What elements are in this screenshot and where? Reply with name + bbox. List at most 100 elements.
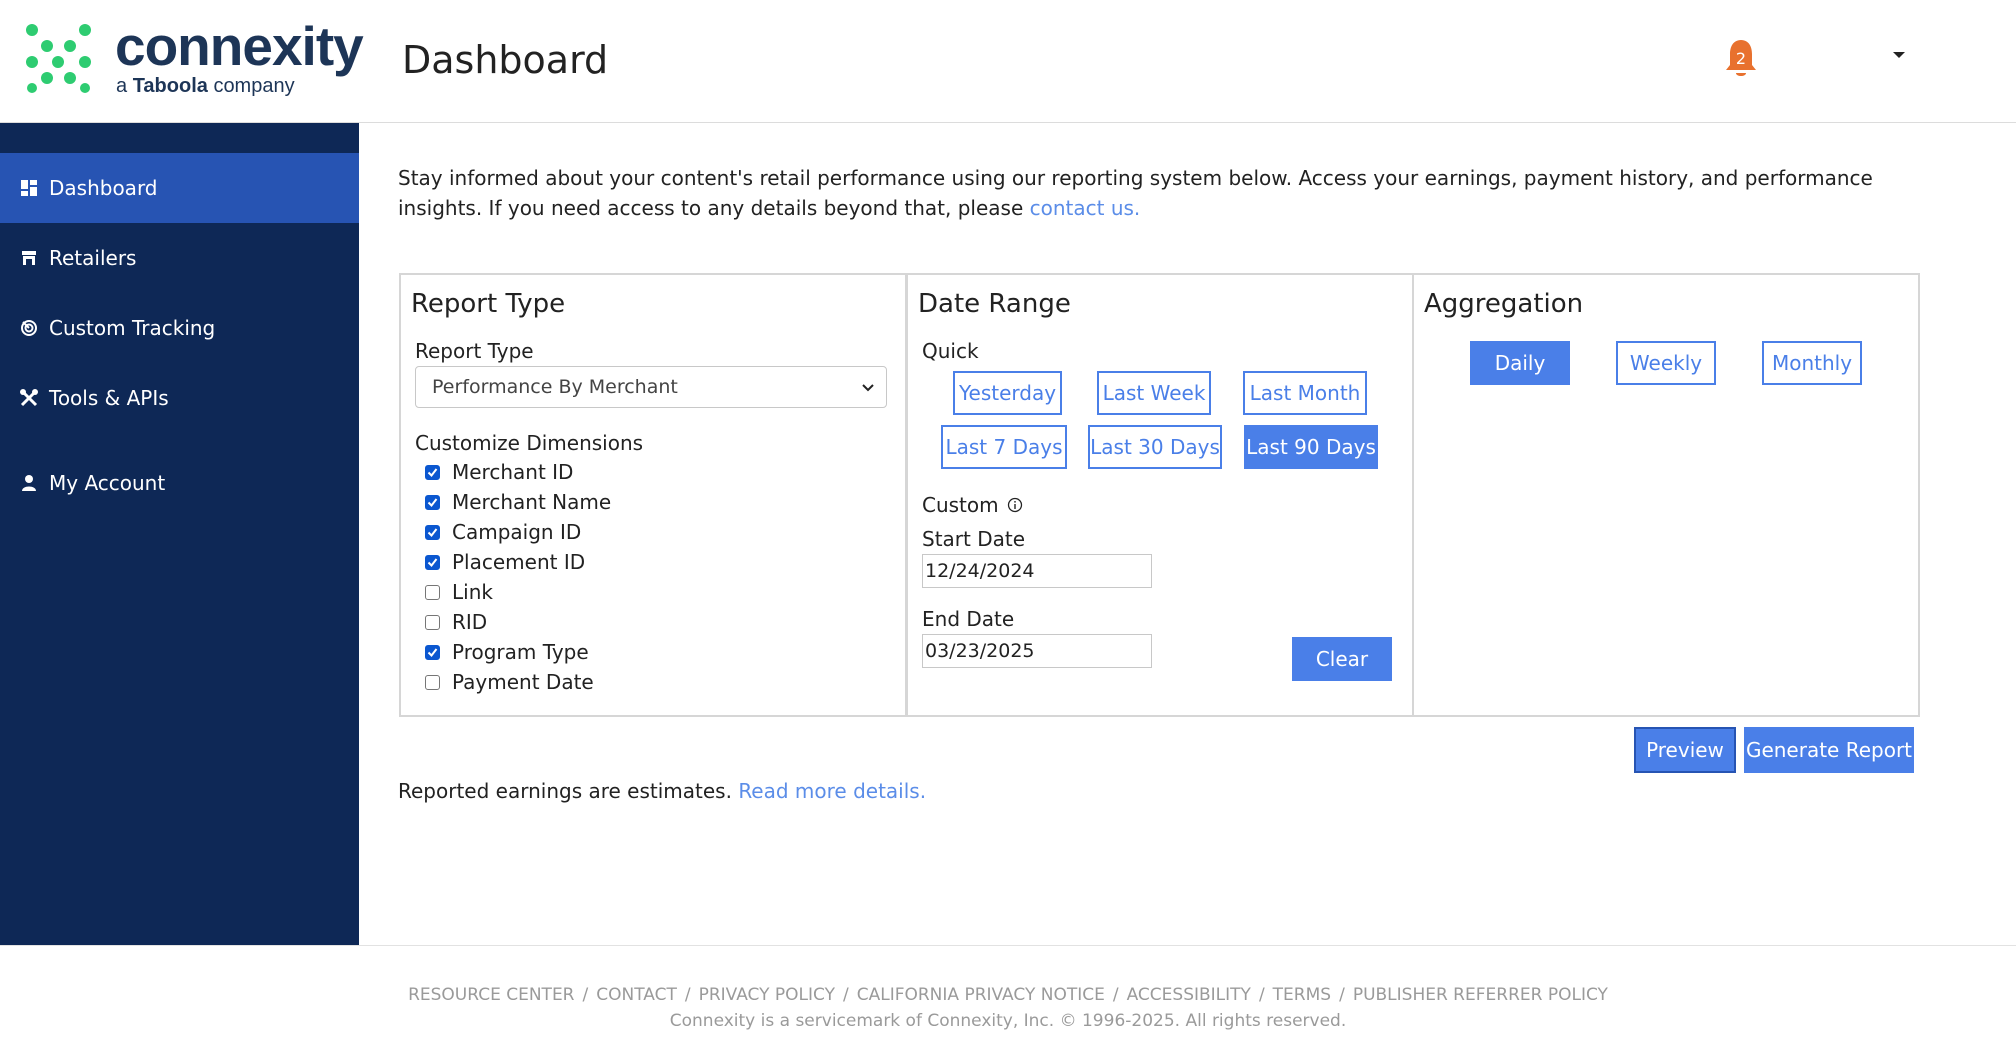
store-icon [20, 249, 38, 267]
intro-text: Stay informed about your content's retai… [398, 163, 1908, 223]
logo-dots-icon [26, 24, 91, 93]
generate-report-button[interactable]: Generate Report [1744, 727, 1914, 773]
footer-link-privacy-policy[interactable]: PRIVACY POLICY [699, 985, 835, 1005]
date-range-title: Date Range [918, 289, 1071, 319]
clear-button[interactable]: Clear [1292, 637, 1392, 681]
account-dropdown-caret-icon[interactable] [1893, 52, 1905, 58]
start-date-value: 12/24/2024 [925, 560, 1035, 582]
tagline-prefix: a [116, 75, 128, 97]
customize-dimensions-label: Customize Dimensions [415, 431, 644, 455]
report-type-title: Report Type [411, 289, 566, 319]
tagline-brand: Taboola [132, 75, 208, 97]
footer-separator: / [1339, 985, 1345, 1005]
aggregation-monthly-button[interactable]: Monthly [1762, 341, 1862, 385]
preview-button[interactable]: Preview [1634, 727, 1736, 773]
checkbox-checked[interactable] [425, 644, 440, 660]
info-icon[interactable] [1007, 497, 1023, 513]
chevron-down-icon [862, 384, 874, 392]
notifications-bell-button[interactable]: 2 [1724, 38, 1758, 80]
footer-link-california-privacy-notice[interactable]: CALIFORNIA PRIVACY NOTICE [857, 985, 1105, 1005]
end-date-value: 03/23/2025 [925, 640, 1035, 662]
footer-separator: / [842, 985, 849, 1005]
dimension-merchant-name[interactable]: Merchant Name [425, 489, 611, 515]
quick-last-90-days-button[interactable]: Last 90 Days [1244, 425, 1378, 469]
checkbox-label: Program Type [452, 640, 589, 664]
footer-link-publisher-referrer-policy[interactable]: PUBLISHER REFERRER POLICY [1353, 985, 1608, 1005]
sidebar-item-dashboard[interactable]: Dashboard [0, 153, 359, 223]
checkbox-label: Placement ID [452, 550, 586, 574]
end-date-input[interactable]: 03/23/2025 [922, 634, 1152, 668]
dimension-program-type[interactable]: Program Type [425, 639, 589, 665]
aggregation-daily-button[interactable]: Daily [1470, 341, 1570, 385]
sidebar-item-label: Dashboard [49, 176, 158, 200]
footer-link-accessibility[interactable]: ACCESSIBILITY [1127, 985, 1251, 1005]
dashboard-icon [20, 179, 38, 197]
earnings-note-text: Reported earnings are estimates. [398, 779, 739, 803]
footer-link-contact[interactable]: CONTACT [596, 985, 677, 1005]
sidebar-item-my-account[interactable]: My Account [0, 448, 359, 518]
aggregation-title: Aggregation [1424, 289, 1584, 319]
sidebar-item-label: Custom Tracking [49, 316, 216, 340]
start-date-input[interactable]: 12/24/2024 [922, 554, 1152, 588]
person-icon [20, 474, 38, 492]
quick-label: Quick [922, 339, 979, 363]
sidebar-item-custom-tracking[interactable]: Custom Tracking [0, 293, 359, 363]
checkbox-unchecked[interactable] [425, 584, 440, 600]
footer-separator: / [684, 985, 691, 1005]
read-more-details-link[interactable]: Read more details. [738, 779, 926, 803]
dimension-link[interactable]: Link [425, 579, 493, 605]
footer-separator: / [582, 985, 589, 1005]
report-type-select-label: Report Type [415, 339, 534, 363]
footer-link-resource-center[interactable]: RESOURCE CENTER [408, 985, 574, 1005]
start-date-label: Start Date [922, 527, 1026, 551]
notification-count-badge: 2 [1735, 49, 1747, 68]
sidebar-item-retailers[interactable]: Retailers [0, 223, 359, 293]
logo-tagline: a Taboola company [116, 75, 295, 98]
page-title: Dashboard [402, 38, 609, 82]
aggregation-panel: Aggregation Daily Weekly Monthly [1412, 273, 1920, 717]
checkbox-label: Link [452, 580, 493, 604]
sidebar-item-label: Retailers [49, 246, 137, 270]
report-type-select-value: Performance By Merchant [432, 376, 678, 398]
tools-icon [20, 389, 38, 407]
checkbox-unchecked[interactable] [425, 674, 440, 690]
checkbox-checked[interactable] [425, 464, 440, 480]
checkbox-label: Campaign ID [452, 520, 582, 544]
quick-last-week-button[interactable]: Last Week [1097, 371, 1211, 415]
sidebar: Dashboard Retailers Custom Tracking Tool… [0, 123, 359, 945]
dimension-campaign-id[interactable]: Campaign ID [425, 519, 581, 545]
quick-last-7-days-button[interactable]: Last 7 Days [941, 425, 1067, 469]
footer-link-terms[interactable]: TERMS [1273, 985, 1331, 1005]
report-type-select[interactable]: Performance By Merchant [415, 366, 887, 408]
checkbox-label: RID [452, 610, 488, 634]
footer: RESOURCE CENTER / CONTACT / PRIVACY POLICY / C… [0, 945, 2016, 1057]
custom-label-row: Custom [922, 493, 1023, 517]
footer-separator: / [1112, 985, 1119, 1005]
copyright-text: Connexity is a servicemark of Connexity,… [669, 1011, 1347, 1031]
date-range-panel: Date Range Quick Yesterday Last Week Las… [906, 273, 1414, 717]
dimension-merchant-id[interactable]: Merchant ID [425, 459, 573, 485]
quick-last-month-button[interactable]: Last Month [1243, 371, 1367, 415]
end-date-label: End Date [922, 607, 1015, 631]
contact-us-link[interactable]: contact us. [1030, 196, 1141, 220]
checkbox-label: Merchant ID [452, 460, 574, 484]
checkbox-label: Payment Date [452, 670, 594, 694]
quick-yesterday-button[interactable]: Yesterday [953, 371, 1062, 415]
checkbox-checked[interactable] [425, 554, 440, 570]
checkbox-label: Merchant Name [452, 490, 612, 514]
footer-separator: / [1258, 985, 1265, 1005]
sidebar-item-label: My Account [49, 471, 166, 495]
checkbox-checked[interactable] [425, 494, 440, 510]
quick-last-30-days-button[interactable]: Last 30 Days [1088, 425, 1222, 469]
checkbox-unchecked[interactable] [425, 614, 440, 630]
sidebar-item-tools-apis[interactable]: Tools & APIs [0, 363, 359, 433]
sidebar-item-label: Tools & APIs [49, 386, 169, 410]
earnings-note: Reported earnings are estimates. Read mo… [398, 779, 926, 803]
dimension-placement-id[interactable]: Placement ID [425, 549, 585, 575]
checkbox-checked[interactable] [425, 524, 440, 540]
dimension-rid[interactable]: RID [425, 609, 487, 635]
connexity-logo[interactable]: connexity a Taboola company [25, 15, 365, 100]
custom-label: Custom [922, 493, 999, 517]
aggregation-weekly-button[interactable]: Weekly [1616, 341, 1716, 385]
dimension-payment-date[interactable]: Payment Date [425, 669, 594, 695]
